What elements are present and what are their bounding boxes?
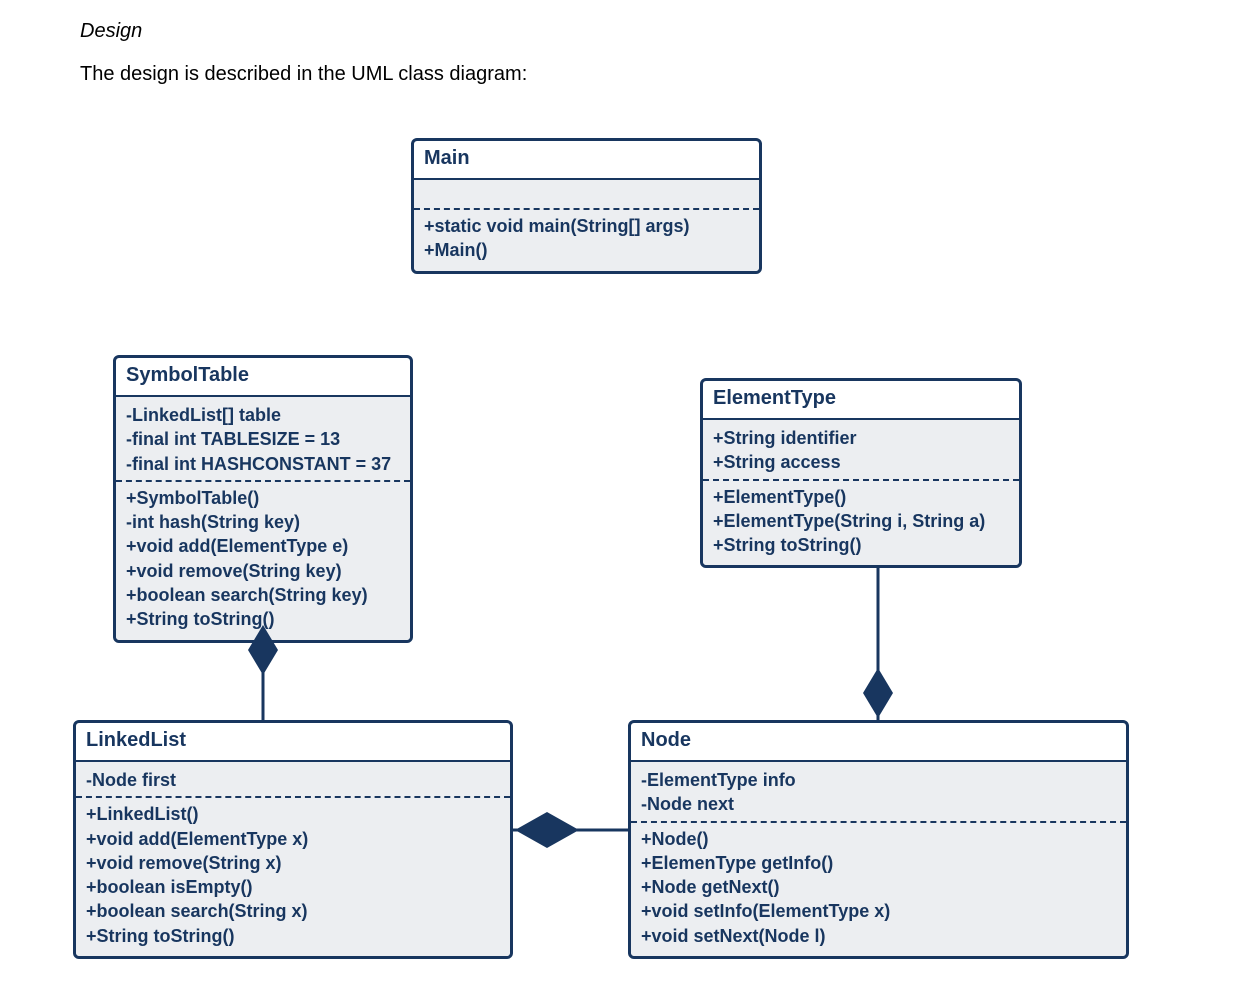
uml-attr: +String identifier [713,426,1009,450]
uml-attr: -Node first [86,768,500,792]
uml-class-body: +String identifier +String access +Eleme… [703,418,1019,565]
uml-attr: +String access [713,450,1009,474]
uml-divider [703,479,1019,481]
uml-attr: -LinkedList[] table [126,403,400,427]
uml-op: +boolean isEmpty() [86,875,500,899]
uml-class-linkedlist: LinkedList -Node first +LinkedList() +vo… [73,720,513,959]
uml-op: +void setInfo(ElementType x) [641,899,1116,923]
uml-op: +String toString() [126,607,400,631]
uml-op: +LinkedList() [86,802,500,826]
uml-op: +void setNext(Node l) [641,924,1116,948]
uml-op: +Node() [641,827,1116,851]
uml-attr: -Node next [641,792,1116,816]
uml-divider [116,480,410,482]
uml-class-body: -Node first +LinkedList() +void add(Elem… [76,760,510,956]
uml-op: +void remove(String key) [126,559,400,583]
uml-op: +void add(ElementType e) [126,534,400,558]
uml-class-name: LinkedList [76,723,510,760]
uml-op: +void remove(String x) [86,851,500,875]
diamond-icon [863,668,893,718]
uml-op: +ElemenType getInfo() [641,851,1116,875]
uml-class-body: +static void main(String[] args) +Main() [414,178,759,271]
uml-class-symboltable: SymbolTable -LinkedList[] table -final i… [113,355,413,643]
uml-attr: -final int TABLESIZE = 13 [126,427,400,451]
uml-op: +ElementType() [713,485,1009,509]
uml-class-body: -LinkedList[] table -final int TABLESIZE… [116,395,410,640]
uml-op: +String toString() [713,533,1009,557]
uml-attr: -final int HASHCONSTANT = 37 [126,452,400,476]
uml-op: +String toString() [86,924,500,948]
uml-class-name: SymbolTable [116,358,410,395]
section-heading: Design [80,20,1182,43]
uml-divider [414,208,759,210]
uml-empty-attrs [424,186,749,204]
uml-class-main: Main +static void main(String[] args) +M… [411,138,762,274]
page: Design The design is described in the UM… [0,0,1242,998]
uml-class-name: Main [414,141,759,178]
uml-op: +ElementType(String i, String a) [713,509,1009,533]
uml-op: +Node getNext() [641,875,1116,899]
uml-op: +void add(ElementType x) [86,827,500,851]
uml-op: +boolean search(String key) [126,583,400,607]
diamond-icon [515,812,579,848]
uml-divider [631,821,1126,823]
uml-op: +Main() [424,238,749,262]
section-intro: The design is described in the UML class… [80,63,1182,86]
uml-divider [76,796,510,798]
uml-op: +boolean search(String x) [86,899,500,923]
uml-class-body: -ElementType info -Node next +Node() +El… [631,760,1126,956]
uml-class-elementtype: ElementType +String identifier +String a… [700,378,1022,568]
uml-class-node: Node -ElementType info -Node next +Node(… [628,720,1129,959]
uml-op: +static void main(String[] args) [424,214,749,238]
uml-op: +SymbolTable() [126,486,400,510]
uml-class-name: ElementType [703,381,1019,418]
uml-class-name: Node [631,723,1126,760]
uml-attr: -ElementType info [641,768,1116,792]
uml-op: -int hash(String key) [126,510,400,534]
